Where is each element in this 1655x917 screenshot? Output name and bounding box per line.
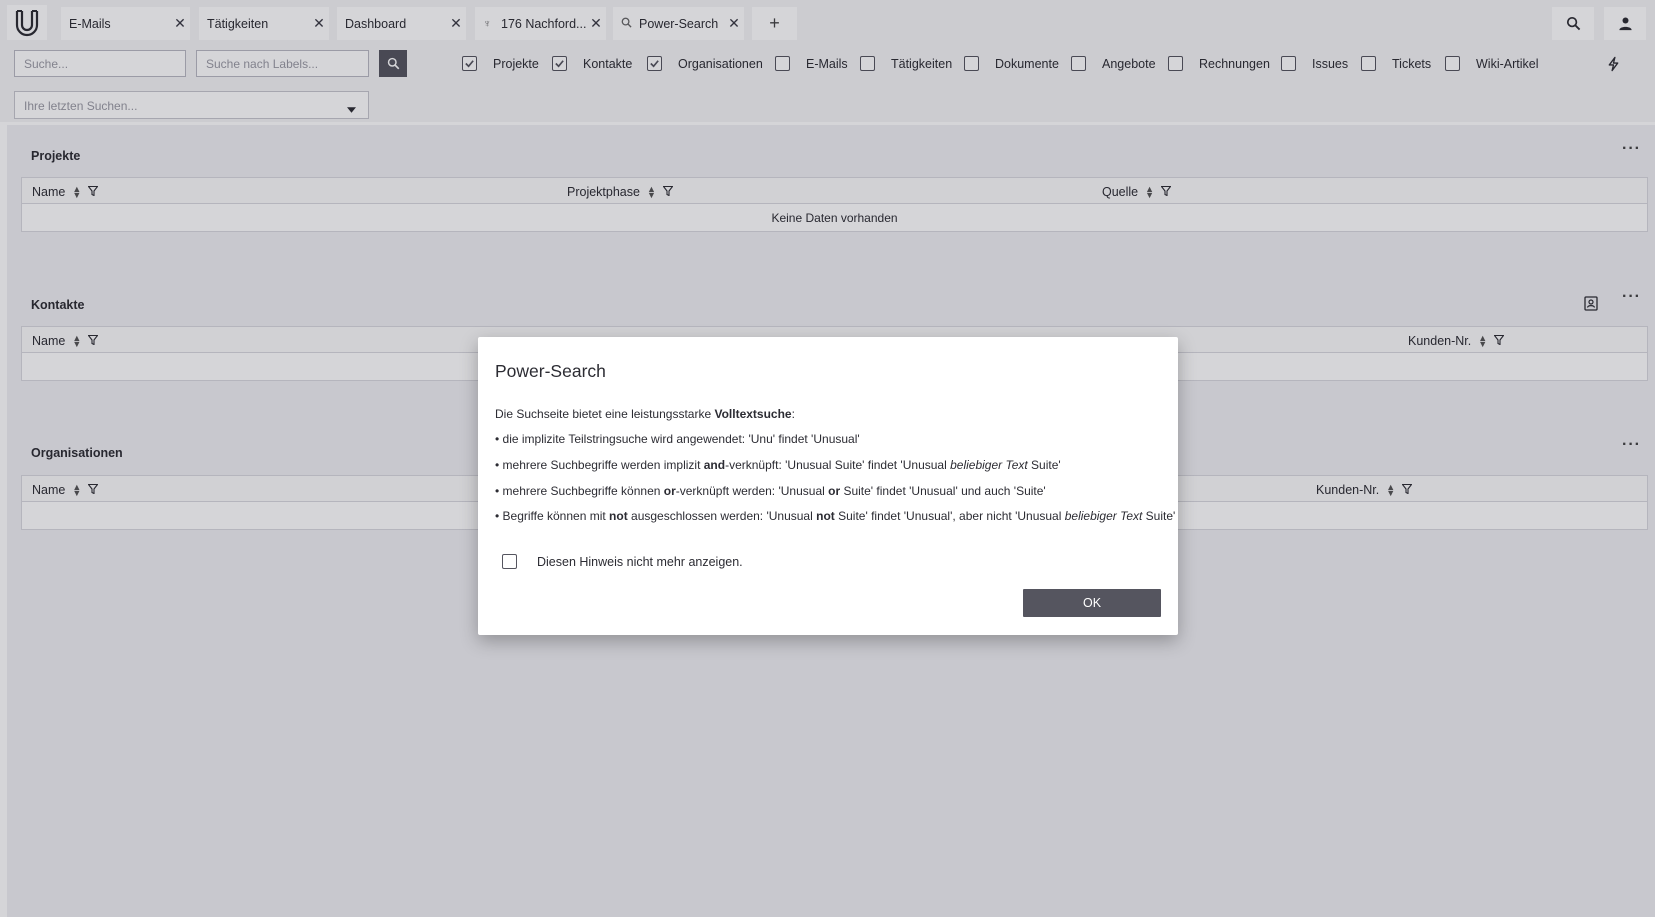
checkbox[interactable]	[502, 554, 517, 569]
power-search-dialog: Power-Search Die Suchseite bietet eine l…	[478, 337, 1178, 635]
dont-show-again-option[interactable]: Diesen Hinweis nicht mehr anzeigen.	[502, 554, 743, 569]
dialog-bullet: • mehrere Suchbegriffe können or-verknüp…	[495, 484, 1046, 498]
dialog-bullet: • die implizite Teilstringsuche wird ang…	[495, 432, 860, 446]
ok-button[interactable]: OK	[1023, 589, 1161, 617]
dialog-intro: Die Suchseite bietet eine leistungsstark…	[495, 407, 795, 421]
dialog-title: Power-Search	[495, 361, 606, 381]
dialog-bullet: • mehrere Suchbegriffe werden implizit a…	[495, 458, 1061, 472]
dialog-bullet: • Begriffe können mit not ausgeschlossen…	[495, 509, 1176, 523]
dont-show-again-label: Diesen Hinweis nicht mehr anzeigen.	[537, 554, 743, 569]
